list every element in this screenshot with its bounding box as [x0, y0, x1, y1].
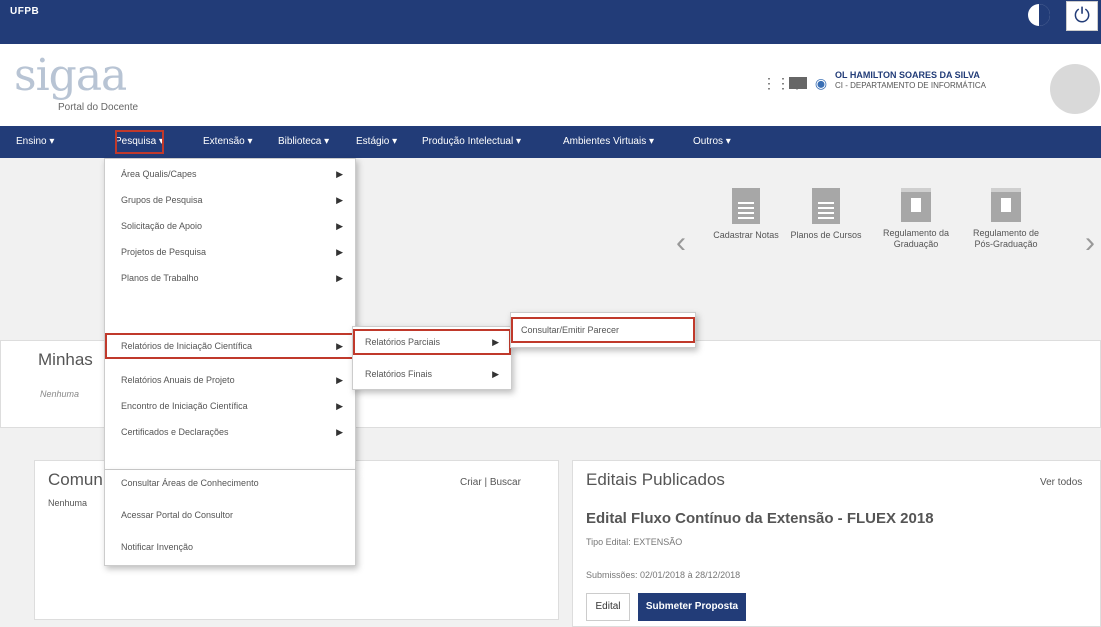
edital-button[interactable]: Edital — [586, 593, 630, 621]
page-header: sigaa Portal do Docente ⋮⋮⋮ ◉ OL HAMILTO… — [0, 44, 1101, 126]
editais-title: Editais Publicados — [586, 470, 725, 489]
menu-item-certificados[interactable]: Certificados e Declarações ▶ — [105, 419, 355, 445]
menu-item-label: Relatórios Parciais — [365, 337, 441, 347]
carousel-next-icon[interactable]: › — [1085, 226, 1095, 260]
menu-item-label: Consultar Áreas de Conhecimento — [121, 478, 259, 488]
menu-item-label: Projetos de Pesquisa — [121, 247, 207, 257]
shortcut-planos-de-cursos[interactable]: Planos de Cursos — [786, 188, 866, 241]
avatar[interactable] — [1050, 64, 1100, 114]
carousel-prev-icon[interactable]: ‹ — [676, 226, 686, 260]
edital-submission-period: Submissões: 02/01/2018 à 28/12/2018 — [586, 570, 741, 580]
submenu-arrow-icon: ▶ — [336, 221, 343, 231]
menu-item-consultar-emitir-parecer[interactable]: Consultar/Emitir Parecer — [511, 317, 695, 343]
menu-item-label: Relatórios de Iniciação Científica — [121, 341, 253, 351]
menu-item-label: Relatórios Anuais de Projeto — [121, 375, 235, 385]
menu-item-label: Solicitação de Apoio — [121, 221, 203, 231]
mail-icon[interactable] — [789, 77, 807, 89]
shortcut-regulamento-pos-graduacao[interactable]: Regulamento de Pós-Graduação — [966, 188, 1046, 250]
menu-item-label: Consultar/Emitir Parecer — [521, 325, 620, 335]
sigaa-logo[interactable]: sigaa — [14, 50, 127, 101]
submenu-arrow-icon: ▶ — [336, 341, 343, 351]
book-icon — [901, 188, 931, 222]
menu-item-label: Encontro de Iniciação Científica — [121, 401, 248, 411]
menu-item-planos-trabalho[interactable]: Planos de Trabalho ▶ — [105, 265, 355, 291]
pesquisa-dropdown-menu-continued: Consultar Áreas de Conhecimento Acessar … — [104, 470, 356, 566]
menu-item-consultar-areas[interactable]: Consultar Áreas de Conhecimento — [105, 470, 355, 496]
shortcut-label: Regulamento da Graduação — [882, 228, 950, 249]
user-department: CI - DEPARTAMENTO DE INFORMÁTICA — [835, 81, 986, 90]
comunidades-title: Comun — [48, 470, 103, 489]
pesquisa-dropdown-menu: Área Qualis/Capes ▶ Grupos de Pesquisa ▶ S… — [104, 158, 356, 470]
menu-item-label: Grupos de Pesquisa — [121, 195, 203, 205]
submeter-proposta-button[interactable]: Submeter Proposta — [638, 593, 746, 621]
submenu-arrow-icon: ▶ — [336, 195, 343, 205]
edital-name[interactable]: Edital Fluxo Contínuo da Extensão - FLUE… — [586, 510, 934, 527]
book-icon — [991, 188, 1021, 222]
submenu-arrow-icon: ▶ — [336, 375, 343, 385]
parciais-submenu: Consultar/Emitir Parecer — [510, 312, 696, 348]
shortcut-regulamento-graduacao[interactable]: Regulamento da Graduação — [876, 188, 956, 250]
menu-item-label: Acessar Portal do Consultor — [121, 510, 234, 520]
nav-biblioteca[interactable]: Biblioteca ▾ — [278, 126, 329, 158]
nav-outros[interactable]: Outros ▾ — [693, 126, 731, 158]
submenu-arrow-icon: ▶ — [492, 337, 499, 347]
submenu-arrow-icon: ▶ — [336, 247, 343, 257]
chat-icon[interactable]: ◉ — [812, 76, 830, 90]
nav-producao-intelectual[interactable]: Produção Intelectual ▾ — [422, 126, 521, 158]
submenu-arrow-icon: ▶ — [336, 401, 343, 411]
menu-item-label: Área Qualis/Capes — [121, 169, 197, 179]
menu-item-label: Relatórios Finais — [365, 369, 433, 379]
shortcut-label: Regulamento de Pós-Graduação — [972, 228, 1040, 249]
top-bar: UFPB ⏻ — [0, 0, 1101, 44]
shortcut-label: Cadastrar Notas — [713, 230, 779, 240]
submenu-arrow-icon: ▶ — [492, 369, 499, 379]
menu-item-projetos-pesquisa[interactable]: Projetos de Pesquisa ▶ — [105, 239, 355, 265]
ver-todos-link[interactable]: Ver todos — [1040, 477, 1082, 488]
nav-ensino[interactable]: Ensino ▾ — [16, 126, 54, 158]
submenu-arrow-icon: ▶ — [336, 273, 343, 283]
comunidades-empty-text: Nenhuma — [48, 498, 88, 508]
criar-buscar-links[interactable]: Criar | Buscar — [460, 477, 521, 488]
apps-icon[interactable]: ⋮⋮⋮ — [762, 76, 804, 90]
institution-label: UFPB — [10, 6, 40, 17]
menu-item-label: Planos de Trabalho — [121, 273, 199, 283]
shortcut-label: Planos de Cursos — [790, 230, 862, 240]
menu-item-area-qualis[interactable]: Área Qualis/Capes ▶ — [105, 161, 355, 187]
contrast-toggle-icon[interactable] — [1028, 4, 1050, 26]
shortcut-cadastrar-notas[interactable]: Cadastrar Notas — [706, 188, 786, 241]
logout-power-icon[interactable]: ⏻ — [1066, 1, 1098, 31]
minhas-empty-text: Nenhuma — [40, 389, 80, 399]
nav-pesquisa[interactable]: Pesquisa ▾ — [111, 126, 168, 158]
menu-item-relatorios-finais[interactable]: Relatórios Finais ▶ — [353, 361, 511, 387]
submenu-arrow-icon: ▶ — [336, 427, 343, 437]
menu-item-encontro-iniciacao[interactable]: Encontro de Iniciação Científica ▶ — [105, 393, 355, 419]
menu-item-relatorios-anuais[interactable]: Relatórios Anuais de Projeto ▶ — [105, 367, 355, 393]
menu-item-solicitacao-apoio[interactable]: Solicitação de Apoio ▶ — [105, 213, 355, 239]
menu-item-relatorios-iniciacao[interactable]: Relatórios de Iniciação Científica ▶ — [105, 333, 355, 359]
minhas-title: Minhas — [38, 350, 93, 369]
menu-item-portal-consultor[interactable]: Acessar Portal do Consultor — [105, 502, 355, 528]
main-nav: Ensino ▾ Pesquisa ▾ Extensão ▾ Bibliotec… — [0, 126, 1101, 158]
nav-estagio[interactable]: Estágio ▾ — [356, 126, 397, 158]
user-name: OL HAMILTON SOARES DA SILVA — [835, 70, 980, 80]
menu-item-grupos-pesquisa[interactable]: Grupos de Pesquisa ▶ — [105, 187, 355, 213]
nav-ambientes-virtuais[interactable]: Ambientes Virtuais ▾ — [563, 126, 654, 158]
menu-item-label: Certificados e Declarações — [121, 427, 229, 437]
menu-item-relatorios-parciais[interactable]: Relatórios Parciais ▶ — [353, 329, 511, 355]
edital-type: Tipo Edital: EXTENSÃO — [586, 537, 683, 547]
menu-item-notificar-invencao[interactable]: Notificar Invenção — [105, 534, 355, 560]
document-icon — [812, 188, 840, 224]
relatorios-submenu: Relatórios Parciais ▶ Relatórios Finais ▶ — [352, 326, 512, 390]
document-icon — [732, 188, 760, 224]
menu-item-label: Notificar Invenção — [121, 542, 194, 552]
submenu-arrow-icon: ▶ — [336, 169, 343, 179]
logo-subtitle: Portal do Docente — [58, 102, 139, 113]
nav-extensao[interactable]: Extensão ▾ — [203, 126, 253, 158]
